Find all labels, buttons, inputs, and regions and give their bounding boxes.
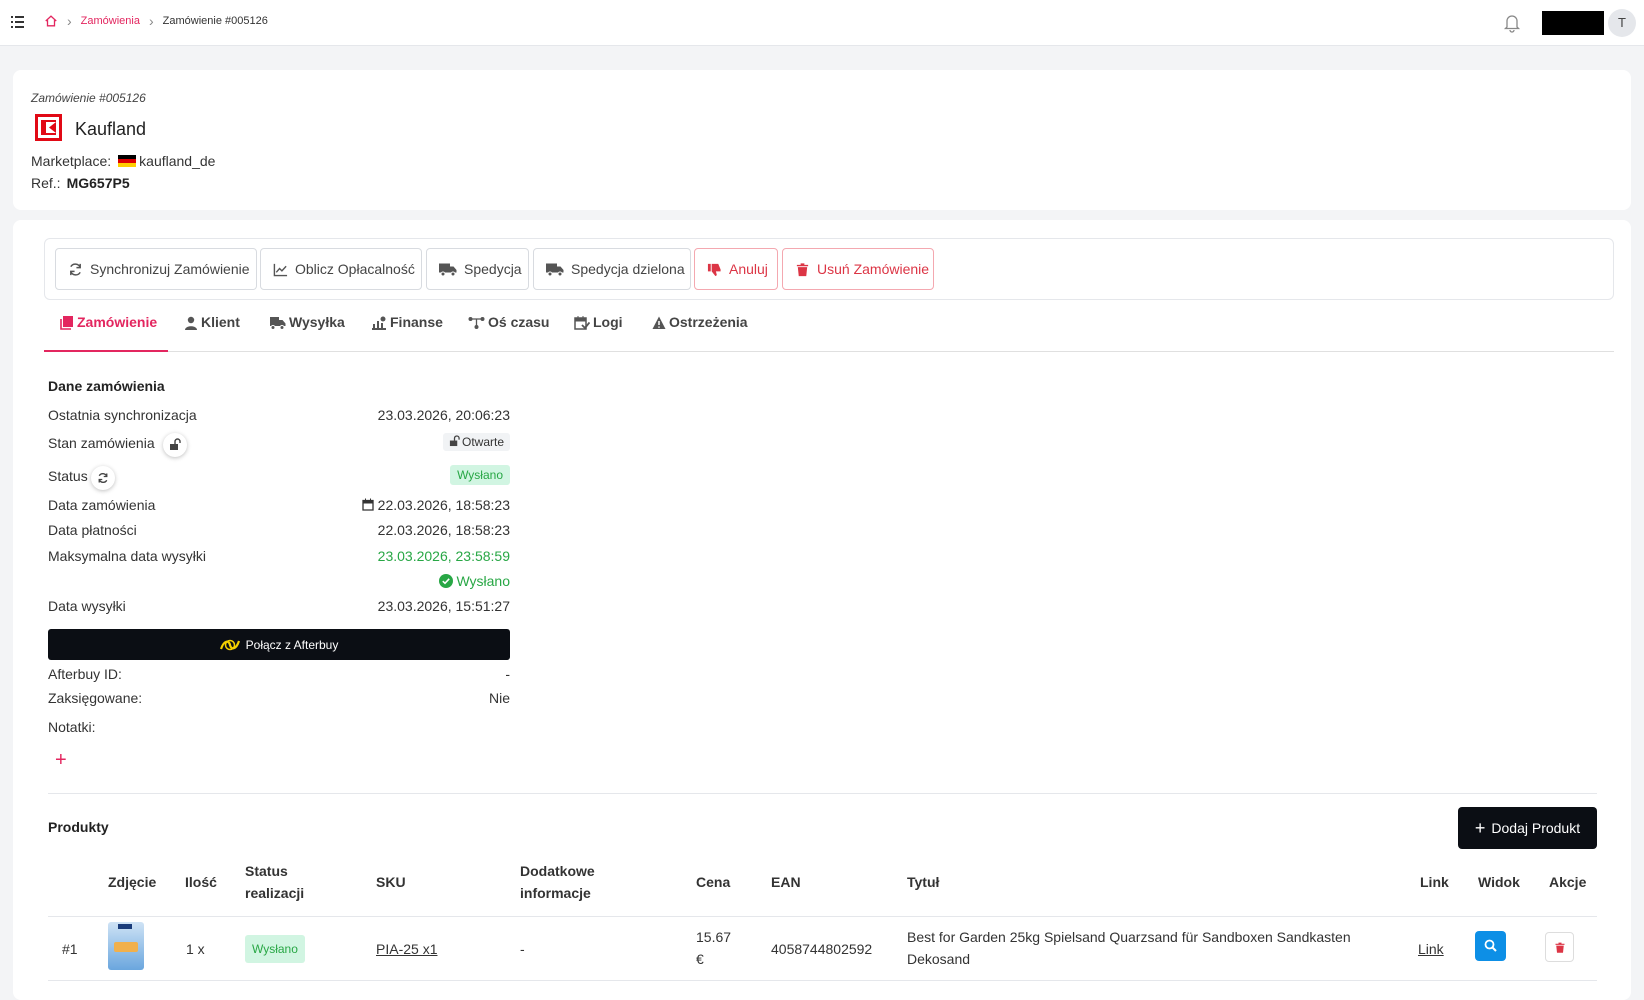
afterbuy-logo-icon [219,639,240,650]
user-name-redacted[interactable] [1542,11,1604,35]
action-toolbar: Synchronizuj Zamówienie Oblicz Opłacalno… [44,238,1614,300]
logs-icon [574,316,590,330]
table-header-border [48,916,1597,917]
chevron-right-icon: › [67,13,72,29]
delete-product-button[interactable] [1545,932,1574,962]
breadcrumb-current: Zamówienie #005126 [162,15,268,27]
trash-icon [796,262,809,276]
tab-warnings[interactable]: Ostrzeżenia [652,314,748,352]
truck-icon [546,263,564,276]
col-extra: Dodatkowe informacje [520,863,595,901]
col-ean: EAN [771,874,801,890]
table-row-border [48,980,1597,981]
row-sku-link[interactable]: PIA-25 x1 [376,938,437,960]
ref-value: MG657P5 [66,175,130,191]
search-icon [1484,939,1497,952]
check-circle-icon [438,574,453,588]
max-ship-date-row: Maksymalna data wysyłki 23.03.2026, 23:5… [48,548,510,589]
add-note-button[interactable]: + [55,749,67,772]
row-qty: 1 x [186,941,205,957]
germany-flag-icon [118,155,137,167]
kaufland-logo-icon [35,114,62,141]
cancel-order-button[interactable]: Anuluj [694,248,778,290]
delete-order-button[interactable]: Usuń Zamówienie [782,248,934,290]
divider [48,793,1597,794]
row-price: 15.67 € [696,929,732,967]
sync-order-button[interactable]: Synchronizuj Zamówienie [55,248,257,290]
order-header-card: Zamówienie #005126 Kaufland Marketplace:… [13,70,1631,210]
connect-afterbuy-button[interactable]: Połącz z Afterbuy [48,629,510,660]
details-title: Dane zamówienia [48,378,165,394]
col-title: Tytuł [907,874,940,890]
row-title: Best for Garden 25kg Spielsand Quarzsand… [907,929,1351,967]
refresh-icon [98,473,108,483]
finance-icon [372,316,386,330]
refresh-icon [70,262,81,276]
truck-icon [439,263,457,276]
status-badge: Wysłano [450,465,510,485]
split-shipping-button[interactable]: Spedycja dzielona [533,248,691,290]
user-icon [185,316,197,330]
col-actions: Akcje [1549,874,1587,890]
timeline-icon [468,317,485,329]
shipping-button[interactable]: Spedycja [426,248,529,290]
marketplace: Marketplace: kaufland_de [31,153,215,169]
truck-fast-icon [270,317,286,330]
lock-open-icon [170,438,181,450]
ref-label: Ref.: [31,175,61,191]
unlock-toggle[interactable] [163,433,187,457]
col-status: Status realizacji [245,863,305,901]
breadcrumb-orders-link[interactable]: Zamówienia [81,15,140,27]
row-status-badge: Wysłano [245,935,305,963]
tab-customer[interactable]: Klient [184,314,240,352]
view-product-button[interactable] [1475,931,1506,961]
tab-finance[interactable]: Finanse [371,314,443,352]
col-qty: Ilość [185,874,217,890]
row-extra: - [520,941,525,957]
orders-icon [60,316,73,330]
chart-line-icon [273,263,288,276]
avatar[interactable]: T [1608,9,1636,37]
add-product-button[interactable]: + Dodaj Produkt [1458,807,1597,849]
order-tabs: Zamówienie Klient Wysyłka Finanse Oś cza… [44,300,1614,352]
plus-icon: + [1474,817,1486,838]
tab-order[interactable]: Zamówienie [44,314,168,352]
tab-logs[interactable]: Logi [574,314,623,352]
products-title: Produkty [48,819,109,835]
thumbs-down-icon [707,263,721,276]
tab-shipping[interactable]: Wysyłka [268,314,345,352]
row-product-link[interactable]: Link [1418,938,1444,960]
calendar-icon [362,498,374,511]
col-link: Link [1420,874,1449,890]
tab-timeline[interactable]: Oś czasu [468,314,549,352]
breadcrumb: › Zamówienia › Zamówienie #005126 [44,14,268,28]
row-ean: 4058744802592 [771,941,873,957]
status-refresh-button[interactable] [91,466,115,490]
calculate-profit-button[interactable]: Oblicz Opłacalność [260,248,422,290]
warning-icon [652,316,666,329]
home-icon[interactable] [44,14,58,28]
top-bar: › Zamówienia › Zamówienie #005126 T [0,0,1644,46]
product-thumbnail[interactable] [108,922,144,970]
row-index: #1 [62,941,78,957]
chevron-right-icon: › [148,13,154,29]
col-sku: SKU [376,874,406,890]
col-price: Cena [696,874,731,890]
marketplace-value: kaufland_de [139,153,216,169]
brand-name: Kaufland [75,119,147,139]
marketplace-label: Marketplace: [31,153,112,169]
bell-icon[interactable] [1503,13,1521,33]
order-state-row: Stan zamówienia Otwarte [48,433,510,459]
col-photo: Zdjęcie [108,874,157,890]
lock-open-icon [449,435,460,447]
order-state-badge: Otwarte [442,433,510,451]
col-view: Widok [1478,874,1520,890]
reference: Ref.: MG657P5 [31,175,130,191]
menu-icon[interactable] [11,16,24,28]
order-number: Zamówienie #005126 [31,91,146,105]
status-row: Status Wysłano [48,465,510,492]
trash-icon [1555,942,1565,953]
